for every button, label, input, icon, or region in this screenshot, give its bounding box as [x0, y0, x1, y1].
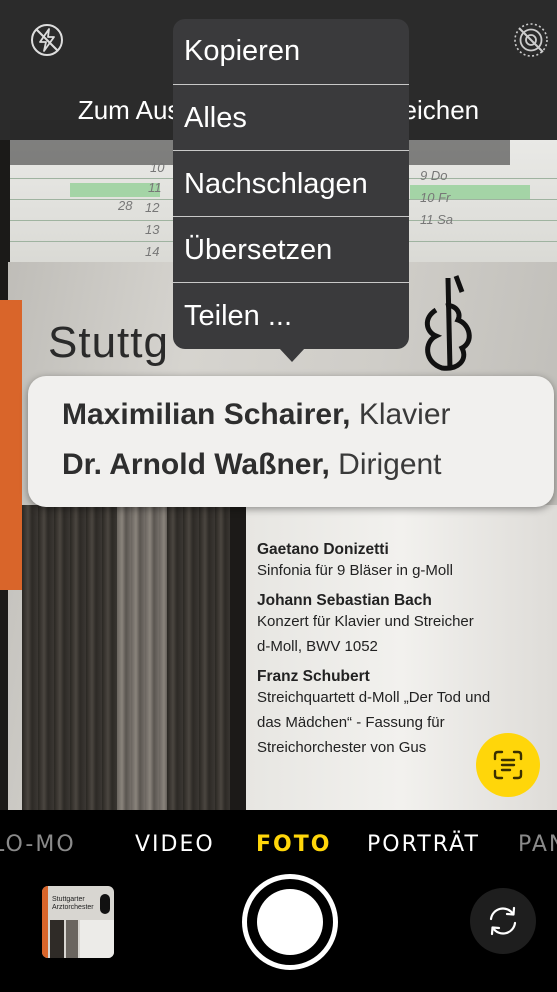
menu-item-look-up[interactable]: Nachschlagen: [173, 151, 409, 217]
program-work: Sinfonia für 9 Bläser in g-Moll: [257, 562, 453, 579]
text-context-menu: Kopieren Alles Nachschlagen Übersetzen T…: [173, 19, 409, 349]
camera-screen: 10 11 28 12 13 14 9 Do 10 Fr 11 Sa Stutt…: [0, 0, 557, 992]
selected-text-line-1: Maximilian Schairer, Klavier: [62, 398, 451, 431]
program-work: das Mädchen“ - Fassung für: [257, 714, 445, 731]
menu-pointer: [279, 348, 305, 362]
program-composer: Johann Sebastian Bach: [257, 592, 432, 609]
program-composer: Franz Schubert: [257, 668, 370, 685]
program-work: Streichquartett d-Moll „Der Tod und: [257, 689, 491, 706]
menu-item-select-all[interactable]: Alles: [173, 85, 409, 151]
poster-program: Gaetano Donizetti Sinfonia für 9 Bläser …: [257, 535, 557, 758]
switch-camera-button[interactable]: [470, 888, 536, 954]
program-work: Konzert für Klavier und Streicher: [257, 613, 474, 630]
mode-video[interactable]: VIDEO: [135, 832, 215, 857]
violin-logo: [424, 275, 472, 371]
last-photo-thumbnail[interactable]: Stuttgarter Arztorchester: [42, 886, 114, 958]
mode-portrait[interactable]: PORTRÄT: [367, 832, 480, 857]
shutter-button[interactable]: [242, 874, 338, 970]
camera-flip-icon: [489, 906, 517, 936]
mode-slo-mo[interactable]: LO-MO: [0, 832, 76, 857]
flash-off-icon[interactable]: [28, 21, 66, 59]
program-composer: Gaetano Donizetti: [257, 541, 389, 558]
menu-item-share[interactable]: Teilen ...: [173, 283, 409, 349]
live-photo-off-icon[interactable]: [512, 21, 550, 59]
live-text-icon: [493, 750, 523, 780]
mode-pano[interactable]: PAN: [518, 832, 557, 857]
menu-item-copy[interactable]: Kopieren: [173, 19, 409, 85]
selected-text-line-2: Dr. Arnold Waßner, Dirigent: [62, 448, 442, 481]
poster-heading: Stuttg: [48, 318, 169, 367]
camera-mode-selector: LO-MO VIDEO FOTO PORTRÄT PAN: [0, 810, 557, 880]
mode-photo[interactable]: FOTO: [256, 832, 331, 857]
program-work: d-Moll, BWV 1052: [257, 638, 378, 655]
live-text-selection-bubble[interactable]: Maximilian Schairer, Klavier Dr. Arnold …: [28, 376, 554, 507]
live-text-button[interactable]: [476, 733, 540, 797]
menu-item-translate[interactable]: Übersetzen: [173, 217, 409, 283]
